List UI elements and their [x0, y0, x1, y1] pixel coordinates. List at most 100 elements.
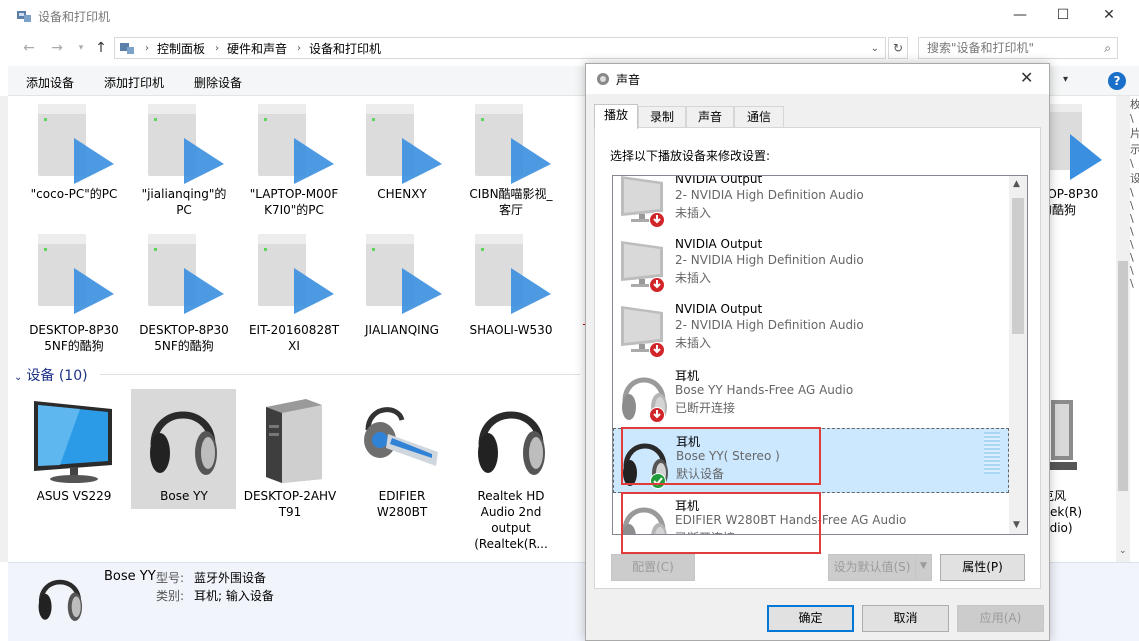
configure-button[interactable]: 配置(C) — [611, 554, 695, 581]
search-icon: ⌕ — [1104, 41, 1111, 55]
annotation-box-default — [621, 492, 821, 554]
computer-item[interactable]: "coco-PC"的PC — [24, 186, 124, 202]
explorer-scrollbar[interactable]: ⌄ — [1116, 96, 1130, 562]
address-row: ← → ▾ ↑ › 控制面板 › 硬件和声音 › 设备和打印机 ⌄ ↻ 搜索"设… — [0, 34, 1139, 62]
search-placeholder: 搜索"设备和打印机" — [927, 41, 1035, 55]
speaker-icon — [597, 73, 609, 85]
playback-device-item[interactable]: NVIDIA Output 2- NVIDIA High Definition A… — [613, 175, 1009, 233]
item-label: SHAOLI-W530 — [469, 323, 553, 337]
device-driver: 2- NVIDIA High Definition Audio — [675, 318, 864, 332]
add-device-button[interactable]: 添加设备 — [26, 74, 74, 91]
computer-item[interactable]: DESKTOP-8P30 5NF的酷狗 — [134, 322, 234, 354]
item-label: EDIFIER — [378, 489, 426, 503]
playback-panel: 选择以下播放设备来修改设置: NVIDIA Output 2- NVIDIA Hi… — [594, 127, 1041, 589]
item-label: DESKTOP-2AHV — [243, 489, 337, 503]
add-printer-button[interactable]: 添加打印机 — [104, 74, 164, 91]
close-button[interactable]: ✕ — [1086, 0, 1132, 30]
item-label: EIT-20160828T — [248, 323, 340, 337]
device-status: 已断开连接 — [675, 401, 736, 415]
microphone-device-icon — [1047, 400, 1077, 470]
item-label: K7I0"的PC — [264, 203, 324, 217]
search-input[interactable]: 搜索"设备和打印机" ⌕ — [918, 37, 1118, 59]
tab-recording[interactable]: 录制 — [638, 106, 686, 128]
breadcrumb-control-panel[interactable]: 控制面板 — [157, 40, 205, 57]
address-dropdown-icon[interactable]: ⌄ — [871, 43, 879, 54]
section-divider — [100, 374, 580, 375]
dialog-close-icon[interactable]: ✕ — [1020, 68, 1033, 87]
maximize-button[interactable]: ☐ — [1040, 0, 1086, 30]
properties-button[interactable]: 属性(P) — [940, 554, 1025, 581]
device-item[interactable]: DESKTOP-2AHV T91 — [240, 488, 340, 520]
computer-item[interactable]: DESKTOP-8P30 5NF的酷狗 — [24, 322, 124, 354]
device-list-scrollbar[interactable]: ▲ ▼ — [1009, 176, 1027, 534]
headphones-icon — [622, 377, 667, 423]
view-options-chevron-icon[interactable]: ▾ — [1063, 74, 1068, 85]
breadcrumb-hardware-sound[interactable]: 硬件和声音 — [227, 40, 287, 57]
back-arrow-icon[interactable]: ← — [18, 38, 40, 58]
device-status: 未插入 — [675, 336, 712, 350]
edge-text: 枚 \ 片 示 \ 设 \ \ \ \ \ \ \ \ — [1130, 98, 1139, 290]
monitor-unplugged-icon — [621, 306, 665, 358]
computer-item[interactable]: EIT-20160828T XI — [244, 322, 344, 354]
annotation-box-disconnected — [621, 427, 821, 485]
device-item-partial[interactable]: 克风 ltek(R) udio) — [1042, 488, 1112, 536]
devices-section-title: 设备 (10) — [26, 368, 88, 384]
device-name: NVIDIA Output — [675, 175, 763, 186]
recent-chevron-icon[interactable]: ▾ — [70, 38, 92, 58]
scrollbar-thumb[interactable] — [1118, 261, 1128, 491]
cancel-button[interactable]: 取消 — [862, 605, 949, 632]
device-item[interactable]: EDIFIER W280BT — [352, 488, 452, 520]
playback-device-item[interactable]: 耳机 Bose YY Hands-Free AG Audio 已断开连接 — [613, 363, 1009, 428]
refresh-icon[interactable]: ↻ — [888, 37, 908, 59]
computer-item[interactable]: SHAOLI-W530 — [461, 322, 561, 338]
device-item[interactable]: Realtek HD Audio 2nd output (Realtek(R... — [461, 488, 561, 552]
device-item[interactable]: Bose YY — [134, 488, 234, 504]
breadcrumb-devices-printers[interactable]: 设备和打印机 — [309, 40, 381, 57]
set-default-dropdown-icon[interactable]: ▼ — [915, 554, 932, 581]
monitor-unplugged-icon — [621, 176, 665, 228]
tab-sounds[interactable]: 声音 — [686, 106, 734, 128]
help-icon[interactable]: ? — [1108, 72, 1126, 90]
item-label: DESKTOP-8P30 — [29, 323, 119, 337]
device-name: 耳机 — [675, 369, 700, 383]
computer-icon — [38, 234, 114, 314]
device-item[interactable]: ASUS VS229 — [24, 488, 124, 504]
scroll-up-arrow-icon[interactable]: ▲ — [1013, 179, 1020, 189]
set-default-button[interactable]: 设为默认值(S) — [828, 554, 916, 581]
chevron-down-icon: ⌄ — [14, 372, 23, 383]
tab-communications[interactable]: 通信 — [734, 106, 784, 128]
scroll-down-arrow-icon[interactable]: ⌄ — [1119, 546, 1127, 556]
forward-arrow-icon[interactable]: → — [46, 38, 68, 58]
computer-item[interactable]: CHENXY — [352, 186, 452, 202]
apply-button[interactable]: 应用(A) — [957, 605, 1044, 632]
address-bar[interactable]: › 控制面板 › 硬件和声音 › 设备和打印机 ⌄ — [114, 37, 886, 59]
remove-device-button[interactable]: 删除设备 — [194, 74, 242, 91]
bluetooth-headset-icon — [364, 407, 438, 466]
computer-item[interactable]: JIALIANQING — [352, 322, 452, 338]
minimize-button[interactable]: — — [997, 0, 1043, 30]
devices-section-header[interactable]: ⌄ 设备 (10) — [14, 365, 88, 385]
item-label: JIALIANQING — [365, 323, 439, 337]
item-label: (Realtek(R... — [474, 537, 548, 551]
computer-item[interactable]: "jialianqing"的 PC — [134, 186, 234, 218]
computer-item-partial[interactable]: TOP-8P30 的酷狗 — [1040, 186, 1120, 218]
item-label: 克风 — [1042, 489, 1067, 503]
left-edge — [0, 96, 8, 562]
item-label: "LAPTOP-M00F — [249, 187, 339, 201]
up-arrow-icon[interactable]: ↑ — [90, 38, 112, 58]
chevron-right-icon: › — [297, 42, 302, 54]
monitor-unplugged-icon — [621, 241, 665, 293]
scrollbar-thumb[interactable] — [1012, 198, 1024, 334]
ok-button[interactable]: 确定 — [767, 605, 854, 632]
computer-item[interactable]: "LAPTOP-M00F K7I0"的PC — [244, 186, 344, 218]
details-model-value: 蓝牙外围设备 — [194, 571, 267, 585]
tab-playback[interactable]: 播放 — [594, 104, 638, 129]
playback-device-item[interactable]: NVIDIA Output 2- NVIDIA High Definition A… — [613, 233, 1009, 298]
item-label: T91 — [278, 505, 302, 519]
device-driver: Bose YY Hands-Free AG Audio — [675, 383, 854, 397]
playback-device-item[interactable]: NVIDIA Output 2- NVIDIA High Definition A… — [613, 298, 1009, 363]
headphones-icon — [38, 579, 83, 621]
item-label: 客厅 — [498, 203, 523, 217]
computer-item[interactable]: CIBN酷喵影视_ 客厅 — [461, 186, 561, 218]
scroll-down-arrow-icon[interactable]: ▼ — [1013, 520, 1020, 530]
